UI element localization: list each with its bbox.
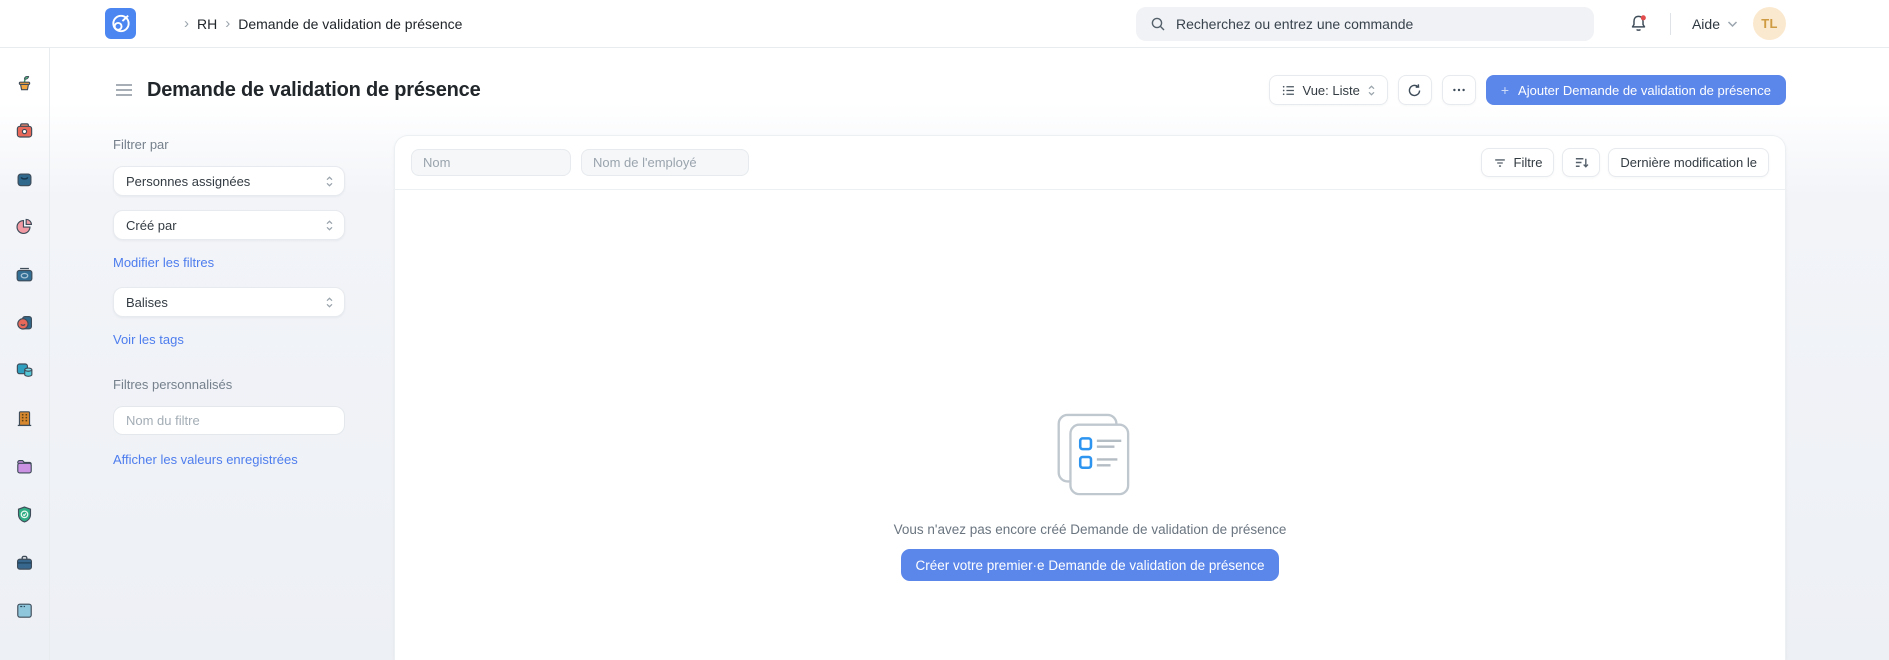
avatar-initials: TL bbox=[1761, 16, 1778, 31]
tags-value: Balises bbox=[126, 294, 168, 310]
ellipsis-icon bbox=[1453, 88, 1465, 92]
filter-button-label: Filtre bbox=[1513, 155, 1543, 170]
workspace-briefcase-icon[interactable] bbox=[14, 552, 35, 573]
bell-icon bbox=[1631, 15, 1646, 31]
chevron-right-icon: › bbox=[184, 15, 189, 32]
select-chevrons-icon bbox=[326, 219, 333, 231]
created-by-value: Créé par bbox=[126, 217, 177, 233]
workspace-shopping-bag-icon[interactable] bbox=[14, 168, 35, 189]
refresh-button[interactable] bbox=[1397, 75, 1432, 105]
page-content: Demande de validation de présence Vue: L… bbox=[50, 48, 1889, 660]
sort-direction-button[interactable] bbox=[1562, 148, 1601, 177]
list-view-card: Filtre Dernière modification le bbox=[394, 135, 1786, 660]
workspace-shield-check-icon[interactable] bbox=[14, 504, 35, 525]
view-switcher-label: Vue: Liste bbox=[1302, 82, 1360, 98]
view-switcher-button[interactable]: Vue: Liste bbox=[1268, 75, 1388, 105]
main-area: Demande de validation de présence Vue: L… bbox=[0, 48, 1889, 660]
filter-icon bbox=[1494, 158, 1505, 167]
create-first-document-label: Créer votre premier·e Demande de validat… bbox=[915, 557, 1265, 573]
add-document-label: Ajouter Demande de validation de présenc… bbox=[1518, 82, 1771, 98]
chevron-right-icon: › bbox=[225, 15, 231, 32]
page-header: Demande de validation de présence Vue: L… bbox=[50, 48, 1889, 105]
assigned-to-select[interactable]: Personnes assignées bbox=[113, 166, 345, 196]
sort-field-label: Dernière modification le bbox=[1620, 155, 1757, 170]
breadcrumb-item-rh[interactable]: RH bbox=[197, 16, 217, 32]
create-first-document-button[interactable]: Créer votre premier·e Demande de validat… bbox=[900, 549, 1280, 581]
filter-button[interactable]: Filtre bbox=[1480, 148, 1555, 177]
workspace-plant-icon[interactable] bbox=[14, 72, 35, 93]
workspace-folder-icon[interactable] bbox=[14, 456, 35, 477]
name-filter-input[interactable] bbox=[411, 149, 571, 176]
sort-descending-icon bbox=[1575, 158, 1589, 168]
search-icon bbox=[1151, 17, 1165, 30]
workspace-board-icon[interactable] bbox=[14, 600, 35, 621]
breadcrumb: › RH › Demande de validation de présence bbox=[176, 16, 462, 32]
workspace-camera-icon[interactable] bbox=[14, 120, 35, 141]
custom-filters-label: Filtres personnalisés bbox=[113, 377, 233, 392]
workspace-mask-icon[interactable] bbox=[14, 312, 35, 333]
chevron-down-icon bbox=[1727, 20, 1738, 27]
select-chevrons-icon bbox=[326, 296, 333, 308]
plus-icon: + bbox=[1500, 82, 1510, 98]
empty-list-icon bbox=[1057, 413, 1130, 496]
filter-sidebar: Filtrer par Personnes assignées Créé par… bbox=[113, 135, 345, 660]
global-search-input[interactable]: Recherchez ou entrez une commande bbox=[1135, 6, 1594, 41]
app-logo[interactable] bbox=[105, 8, 136, 39]
created-by-select[interactable]: Créé par bbox=[113, 210, 345, 240]
navbar-divider bbox=[1669, 12, 1671, 35]
notifications-button[interactable] bbox=[1628, 13, 1649, 34]
notification-dot bbox=[1640, 15, 1646, 21]
select-chevrons-icon bbox=[326, 175, 333, 187]
list-view-icon bbox=[1282, 85, 1294, 95]
assigned-to-value: Personnes assignées bbox=[126, 173, 251, 189]
sidebar-toggle-button[interactable] bbox=[113, 81, 135, 99]
sort-field-button[interactable]: Dernière modification le bbox=[1608, 148, 1769, 177]
view-tags-link[interactable]: Voir les tags bbox=[113, 332, 184, 347]
filter-name-input[interactable] bbox=[113, 406, 345, 435]
workspace-cash-icon[interactable] bbox=[14, 264, 35, 285]
hamburger-icon bbox=[116, 84, 132, 96]
more-options-button[interactable] bbox=[1441, 75, 1476, 105]
body-row: Filtrer par Personnes assignées Créé par… bbox=[50, 135, 1889, 660]
help-menu-button[interactable]: Aide bbox=[1692, 16, 1738, 32]
tags-select[interactable]: Balises bbox=[113, 287, 345, 317]
workspace-icon-sidebar bbox=[0, 48, 50, 660]
add-document-button[interactable]: + Ajouter Demande de validation de prése… bbox=[1485, 75, 1786, 105]
filter-by-label: Filtrer par bbox=[113, 137, 169, 152]
employee-name-filter-input[interactable] bbox=[581, 149, 749, 176]
workspace-data-icon[interactable] bbox=[14, 360, 35, 381]
page-title: Demande de validation de présence bbox=[147, 78, 481, 101]
edit-filters-link[interactable]: Modifier les filtres bbox=[113, 255, 214, 270]
search-placeholder: Recherchez ou entrez une commande bbox=[1175, 15, 1414, 32]
logo-swirl-icon bbox=[112, 14, 130, 33]
show-saved-values-link[interactable]: Afficher les valeurs enregistrées bbox=[113, 452, 298, 467]
workspace-pie-chart-icon[interactable] bbox=[14, 216, 35, 237]
user-avatar[interactable]: TL bbox=[1753, 7, 1786, 40]
empty-state-message: Vous n'avez pas encore créé Demande de v… bbox=[893, 522, 1287, 537]
refresh-icon bbox=[1409, 83, 1421, 96]
workspace-building-icon[interactable] bbox=[14, 408, 35, 429]
list-toolbar: Filtre Dernière modification le bbox=[395, 136, 1785, 190]
breadcrumb-item-doctype[interactable]: Demande de validation de présence bbox=[238, 16, 462, 32]
select-chevrons-icon bbox=[1368, 84, 1375, 96]
top-navbar: › RH › Demande de validation de présence… bbox=[0, 0, 1889, 48]
help-label: Aide bbox=[1691, 15, 1720, 32]
empty-state: Vous n'avez pas encore créé Demande de v… bbox=[395, 190, 1785, 660]
